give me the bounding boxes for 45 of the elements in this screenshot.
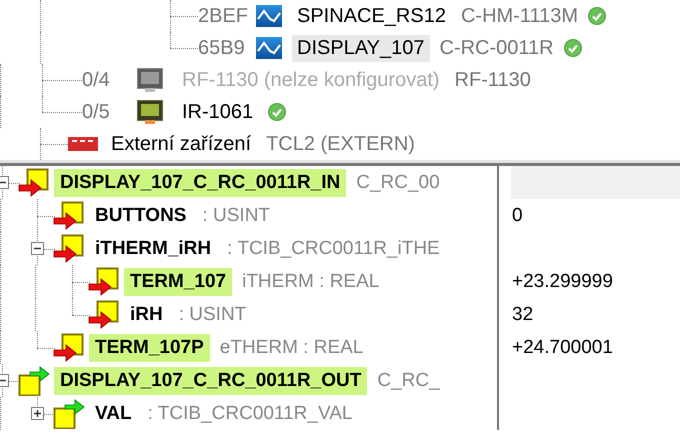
external-device-icon (68, 137, 98, 151)
device-type: TCL2 (EXTERN) (266, 132, 415, 156)
module-type: C-RC-0011R (440, 36, 554, 60)
device-address: 0/5 (82, 100, 111, 124)
expand-toggle[interactable] (31, 407, 44, 420)
variable-type: C_RC_00 (356, 172, 440, 194)
variable-type: : USINT (202, 204, 270, 226)
arrow-in-icon (53, 332, 85, 362)
variable-name[interactable]: VAL (89, 400, 138, 428)
arrow-out-icon (18, 366, 50, 396)
arrow-in-icon (88, 266, 120, 296)
variable-type: eTHERM : REAL (220, 336, 364, 358)
module-type: C-HM-1113M (460, 4, 578, 28)
variable-name[interactable]: TERM_107 (124, 268, 232, 296)
device-type: RF-1130 (454, 68, 531, 92)
value-cell-text: 32 (511, 302, 534, 326)
module-name[interactable]: DISPLAY_107 (292, 34, 430, 62)
value-cell-text: 0 (511, 204, 524, 228)
variable-type: C_RC_ (377, 370, 440, 392)
module-name[interactable]: SPINACE_RS12 (292, 2, 451, 30)
device-name[interactable]: IR-1061 (177, 98, 258, 126)
collapse-toggle[interactable] (31, 242, 44, 255)
variable-name[interactable]: iRH (124, 300, 169, 328)
arrow-in-icon (53, 200, 85, 230)
arrow-in-icon (88, 300, 120, 330)
value-cell-text: +24.700001 (511, 336, 614, 360)
variable-type: : USINT (178, 304, 246, 326)
arrow-out-icon (53, 398, 85, 428)
arrow-in-icon (53, 234, 85, 264)
variable-name[interactable]: BUTTONS (89, 202, 192, 230)
wave-icon (256, 37, 282, 59)
module-address: 65B9 (198, 36, 246, 60)
variable-type: : TCIB_CRC0011R_VAL (148, 402, 352, 424)
device-name[interactable]: Externí zařízení (106, 130, 256, 158)
variable-type: iTHERM : REAL (242, 270, 380, 292)
variable-name[interactable]: TERM_107P (89, 334, 210, 362)
variable-name[interactable]: DISPLAY_107_C_RC_0011R_OUT (54, 366, 368, 394)
arrow-in-icon (18, 168, 50, 198)
wave-icon (256, 5, 282, 27)
variable-name[interactable]: DISPLAY_107_C_RC_0011R_IN (54, 168, 346, 196)
variable-type: : TCIB_CRC0011R_iTHE (227, 238, 440, 260)
value-cell-text: +23.299999 (511, 270, 614, 294)
device-address: 0/4 (82, 68, 111, 92)
variable-name[interactable]: iTHERM_iRH (89, 234, 218, 262)
module-address: 2BEF (198, 4, 250, 28)
